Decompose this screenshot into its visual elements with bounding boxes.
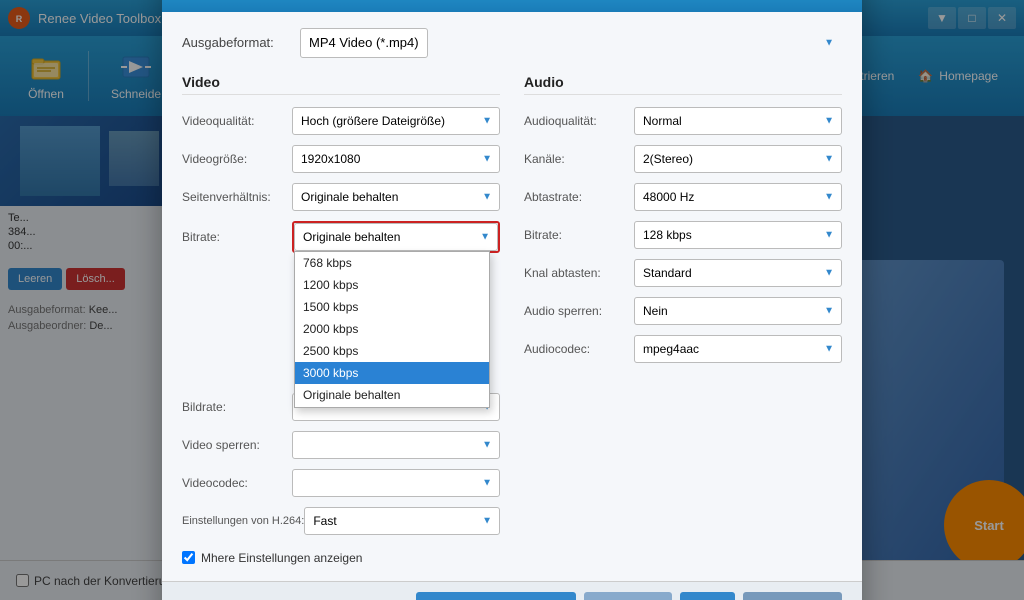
audio-section: Audio Audioqualität: Normal Kanäle: — [524, 74, 842, 545]
modal-close-button[interactable]: ✕ — [826, 0, 846, 2]
cancel-button[interactable]: Abbrechen — [743, 592, 842, 600]
more-settings-checkbox[interactable] — [182, 551, 195, 564]
video-size-select[interactable]: 1920x1080 — [292, 145, 500, 173]
bitrate-dropdown-scroll[interactable]: 768 kbps 1200 kbps 1500 kbps 2000 kbps 2… — [295, 252, 489, 407]
audio-codec-select[interactable]: mpeg4aac — [634, 335, 842, 363]
video-lock-select[interactable] — [292, 431, 500, 459]
two-column-section: Video Videoqualität: Hoch (größere Datei… — [182, 74, 842, 545]
audio-codec-row: Audiocodec: mpeg4aac — [524, 335, 842, 363]
format-label: Ausgabeformat: — [182, 35, 292, 50]
audio-bitrate-select[interactable]: 128 kbps — [634, 221, 842, 249]
videocodec-row: Videocodec: — [182, 469, 500, 497]
bitrate-dropdown: 768 kbps 1200 kbps 1500 kbps 2000 kbps 2… — [294, 251, 490, 408]
audio-lock-select-wrap: Nein — [634, 297, 842, 325]
channels-row: Kanäle: 2(Stereo) — [524, 145, 842, 173]
audio-codec-label: Audiocodec: — [524, 342, 634, 356]
knal-row: Knal abtasten: Standard — [524, 259, 842, 287]
standard-button[interactable]: Standard — [584, 592, 673, 600]
audio-codec-select-wrap: mpeg4aac — [634, 335, 842, 363]
dropdown-item-1500[interactable]: 1500 kbps — [295, 296, 489, 318]
dropdown-item-768[interactable]: 768 kbps — [295, 252, 489, 274]
audio-section-title: Audio — [524, 74, 842, 95]
settings-modal: Ausgabeeinstellungen ✕ Ausgabeformat: MP… — [162, 0, 862, 600]
audio-lock-label: Audio sperren: — [524, 304, 634, 318]
sample-rate-label: Abtastrate: — [524, 190, 634, 204]
bitrate-select-wrap: Originale behalten — [294, 223, 498, 251]
dropdown-item-originale[interactable]: Originale behalten — [295, 384, 489, 406]
video-section-title: Video — [182, 74, 500, 95]
sample-rate-select-wrap: 48000 Hz — [634, 183, 842, 211]
modal-body: Ausgabeformat: MP4 Video (*.mp4) Video V… — [162, 12, 862, 581]
audio-bitrate-row: Bitrate: 128 kbps — [524, 221, 842, 249]
framerate-label: Bildrate: — [182, 400, 292, 414]
audio-quality-row: Audioqualität: Normal — [524, 107, 842, 135]
aspect-label: Seitenverhältnis: — [182, 190, 292, 204]
format-select[interactable]: MP4 Video (*.mp4) — [300, 28, 428, 58]
video-lock-select-wrap — [292, 431, 500, 459]
video-section: Video Videoqualität: Hoch (größere Datei… — [182, 74, 500, 545]
aspect-select-wrap: Originale behalten — [292, 183, 500, 211]
dropdown-item-2000[interactable]: 2000 kbps — [295, 318, 489, 340]
video-quality-row: Videoqualität: Hoch (größere Dateigröße) — [182, 107, 500, 135]
sample-rate-row: Abtastrate: 48000 Hz — [524, 183, 842, 211]
bitrate-select[interactable]: Originale behalten — [294, 223, 498, 251]
more-settings-label: Mhere Einstellungen anzeigen — [201, 551, 362, 565]
channels-select-wrap: 2(Stereo) — [634, 145, 842, 173]
knal-select[interactable]: Standard — [634, 259, 842, 287]
bitrate-row: Bitrate: Originale behalten 768 kbps — [182, 221, 500, 253]
video-lock-label: Video sperren: — [182, 438, 292, 452]
sample-rate-select[interactable]: 48000 Hz — [634, 183, 842, 211]
video-quality-label: Videoqualität: — [182, 114, 292, 128]
format-row: Ausgabeformat: MP4 Video (*.mp4) — [182, 28, 842, 58]
bitrate-label: Bitrate: — [182, 230, 292, 244]
videocodec-select[interactable] — [292, 469, 500, 497]
dropdown-item-2500[interactable]: 2500 kbps — [295, 340, 489, 362]
audio-quality-select-wrap: Normal — [634, 107, 842, 135]
audio-bitrate-select-wrap: 128 kbps — [634, 221, 842, 249]
footer-right: Einstellung speichern Standard OK Abbrec… — [416, 592, 842, 600]
dropdown-item-1200[interactable]: 1200 kbps — [295, 274, 489, 296]
audio-lock-row: Audio sperren: Nein — [524, 297, 842, 325]
modal-overlay: Ausgabeeinstellungen ✕ Ausgabeformat: MP… — [0, 0, 1024, 600]
knal-label: Knal abtasten: — [524, 266, 634, 280]
ok-button[interactable]: OK — [680, 592, 735, 600]
knal-select-wrap: Standard — [634, 259, 842, 287]
encoder-label: Einstellungen von H.264: — [182, 515, 304, 527]
save-button[interactable]: Einstellung speichern — [416, 592, 576, 600]
channels-select[interactable]: 2(Stereo) — [634, 145, 842, 173]
aspect-select[interactable]: Originale behalten — [292, 183, 500, 211]
video-size-row: Videogröße: 1920x1080 — [182, 145, 500, 173]
dropdown-item-benutzerdefiniert[interactable]: benutzerdefiniert — [295, 406, 489, 407]
encoder-select[interactable]: Fast — [304, 507, 500, 535]
videocodec-label: Videocodec: — [182, 476, 292, 490]
encoder-row: Einstellungen von H.264: Fast — [182, 507, 500, 535]
audio-quality-label: Audioqualität: — [524, 114, 634, 128]
video-quality-select-wrap: Hoch (größere Dateigröße) — [292, 107, 500, 135]
dropdown-item-3000[interactable]: 3000 kbps — [295, 362, 489, 384]
audio-bitrate-label: Bitrate: — [524, 228, 634, 242]
format-select-wrap: MP4 Video (*.mp4) — [300, 28, 842, 58]
video-lock-row: Video sperren: — [182, 431, 500, 459]
videocodec-select-wrap — [292, 469, 500, 497]
audio-lock-select[interactable]: Nein — [634, 297, 842, 325]
video-size-select-wrap: 1920x1080 — [292, 145, 500, 173]
modal-footer: Einstellung speichern Standard OK Abbrec… — [162, 581, 862, 600]
encoder-select-wrap: Fast — [304, 507, 500, 535]
more-settings-row: Mhere Einstellungen anzeigen — [182, 551, 842, 565]
audio-quality-select[interactable]: Normal — [634, 107, 842, 135]
aspect-row: Seitenverhältnis: Originale behalten — [182, 183, 500, 211]
video-size-label: Videogröße: — [182, 152, 292, 166]
video-quality-select[interactable]: Hoch (größere Dateigröße) — [292, 107, 500, 135]
channels-label: Kanäle: — [524, 152, 634, 166]
modal-header: Ausgabeeinstellungen ✕ — [162, 0, 862, 12]
bitrate-field-wrap: Originale behalten 768 kbps 1200 kbps 15… — [292, 221, 500, 253]
